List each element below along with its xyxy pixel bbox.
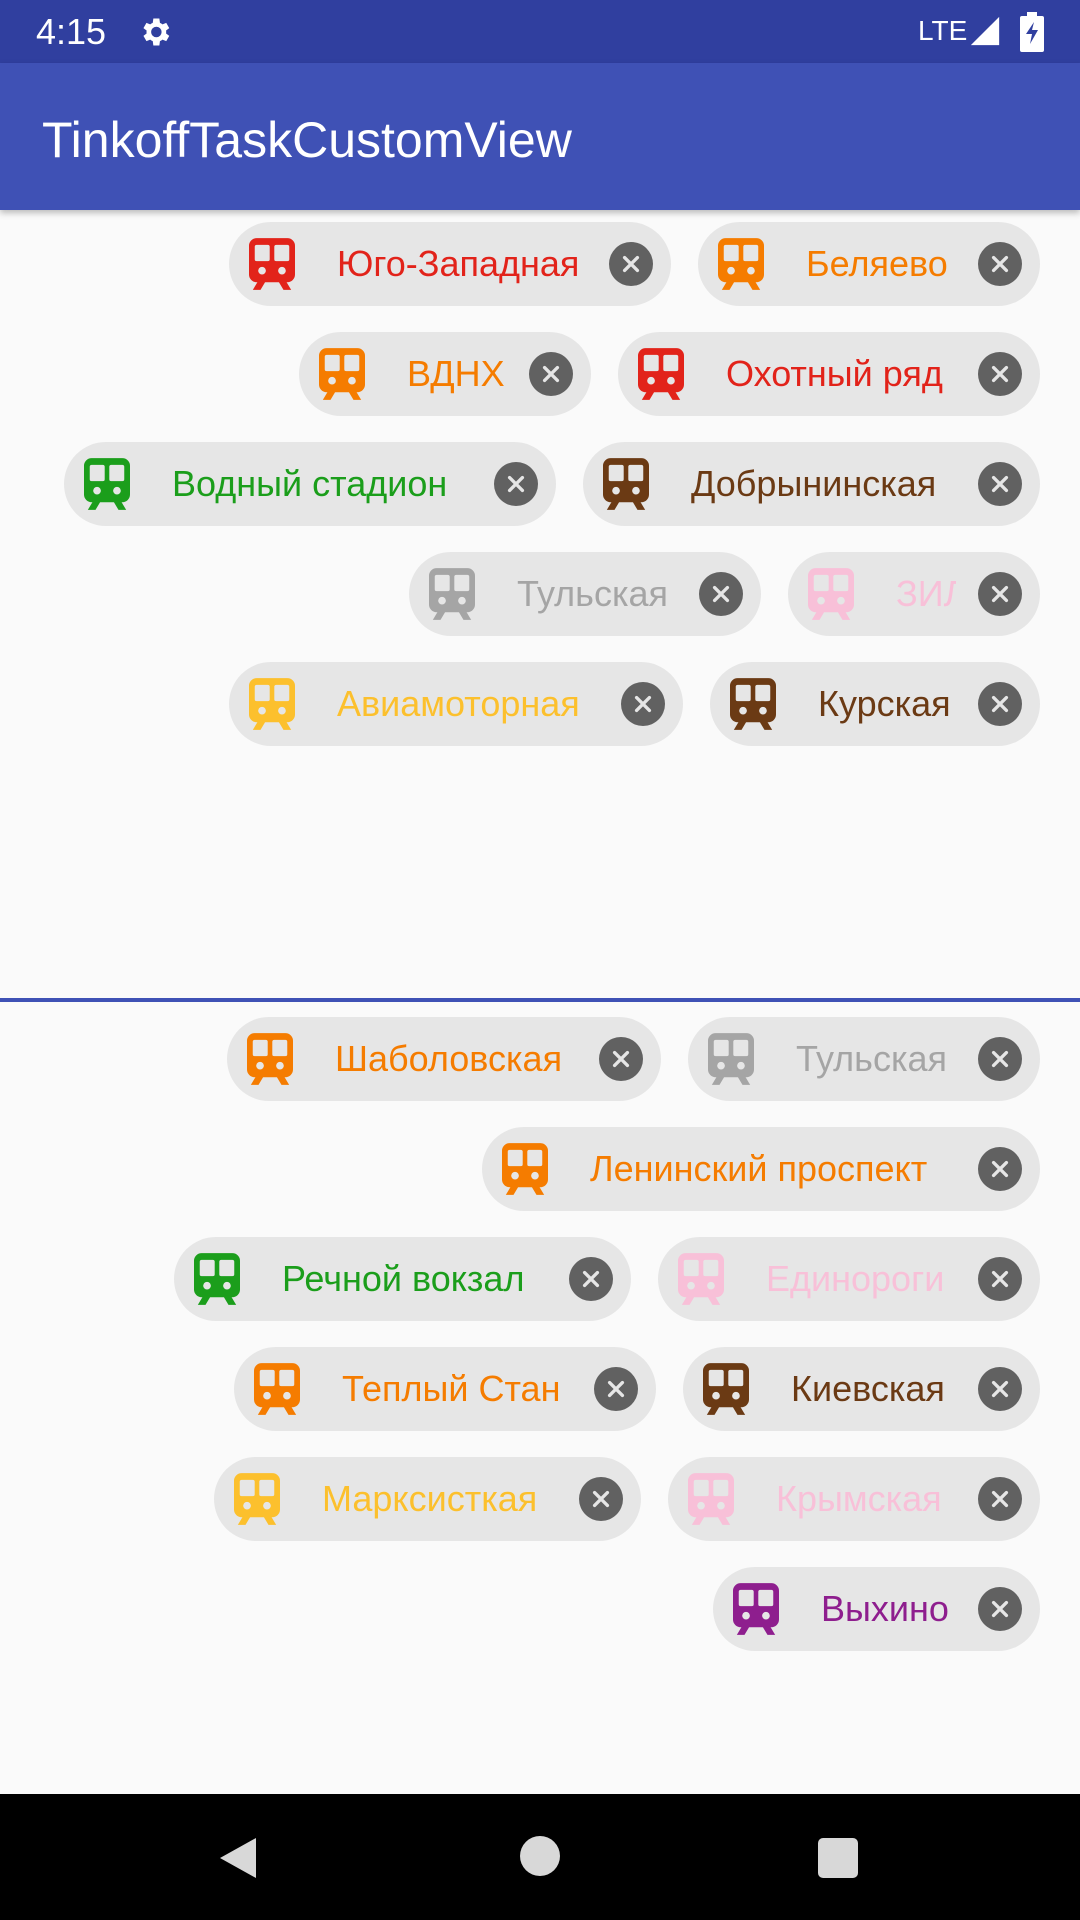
station-label: Авиамоторная	[337, 683, 580, 724]
close-icon[interactable]	[978, 1477, 1022, 1521]
bottom-chip-group: Шаболовская Тульская Ленинский проспект Реч…	[0, 1017, 1080, 1677]
station-label: Марксисткая	[322, 1478, 538, 1519]
app-bar: TinkoffTaskCustomView	[0, 63, 1080, 210]
status-time: 4:15	[36, 11, 107, 52]
station-chip[interactable]: Тульская	[409, 552, 761, 636]
station-chip[interactable]: Беляево	[698, 222, 1040, 306]
station-chip[interactable]: Теплый Стан	[234, 1347, 656, 1431]
close-icon[interactable]	[699, 572, 743, 616]
station-label: Киевская	[791, 1368, 945, 1409]
station-label: Теплый Стан	[342, 1368, 561, 1409]
station-chip[interactable]: Киевская	[683, 1347, 1040, 1431]
metro-train-icon	[254, 1363, 300, 1415]
station-chip[interactable]: Выхино	[713, 1567, 1040, 1651]
metro-train-icon	[688, 1473, 734, 1525]
metro-train-icon	[429, 568, 475, 620]
metro-train-icon	[502, 1143, 548, 1195]
home-icon[interactable]	[520, 1836, 560, 1876]
close-icon[interactable]	[978, 1257, 1022, 1301]
metro-train-icon	[638, 348, 684, 400]
metro-train-icon	[718, 238, 764, 290]
station-chip[interactable]: Тульская	[688, 1017, 1040, 1101]
recents-icon[interactable]	[818, 1838, 858, 1878]
signal-icon	[970, 16, 1000, 46]
close-icon[interactable]	[978, 1147, 1022, 1191]
back-icon[interactable]	[216, 1834, 260, 1882]
close-icon[interactable]	[978, 462, 1022, 506]
metro-train-icon	[319, 348, 365, 400]
close-icon[interactable]	[978, 1587, 1022, 1631]
metro-train-icon	[678, 1253, 724, 1305]
close-icon[interactable]	[978, 242, 1022, 286]
close-icon[interactable]	[579, 1477, 623, 1521]
metro-train-icon	[194, 1253, 240, 1305]
metro-train-icon	[249, 238, 295, 290]
station-label: Тульская	[517, 573, 668, 614]
metro-train-icon	[730, 678, 776, 730]
station-chip[interactable]: Добрынинская	[583, 442, 1040, 526]
metro-train-icon	[234, 1473, 280, 1525]
station-chip[interactable]: ВДНХ	[299, 332, 591, 416]
station-chip[interactable]: Авиамоторная	[229, 662, 683, 746]
metro-train-icon	[708, 1033, 754, 1085]
station-label: Выхино	[821, 1588, 949, 1629]
station-chip[interactable]: Курская	[710, 662, 1040, 746]
close-icon[interactable]	[529, 352, 573, 396]
metro-train-icon	[84, 458, 130, 510]
close-icon[interactable]	[594, 1367, 638, 1411]
station-label: Единороги	[766, 1258, 945, 1299]
app-title: TinkoffTaskCustomView	[42, 112, 572, 168]
station-chip[interactable]: Единороги	[658, 1237, 1040, 1321]
station-label: Курская	[818, 683, 951, 724]
network-type: LTE	[918, 15, 968, 46]
metro-train-icon	[808, 568, 854, 620]
metro-train-icon	[603, 458, 649, 510]
gear-icon	[143, 18, 170, 46]
close-icon[interactable]	[978, 1037, 1022, 1081]
station-label: Беляево	[806, 243, 948, 284]
top-chip-group: Юго-Западная Беляево ВДНХ Охотный ряд Водный…	[0, 222, 1080, 772]
close-icon[interactable]	[609, 242, 653, 286]
station-chip[interactable]: Охотный ряд	[618, 332, 1040, 416]
station-chip[interactable]: Крымская	[668, 1457, 1040, 1541]
navigation-bar	[0, 1794, 1080, 1920]
station-chip[interactable]: ЗИЛ	[788, 552, 1040, 636]
station-label: Шаболовская	[335, 1038, 563, 1079]
metro-train-icon	[703, 1363, 749, 1415]
station-label: ЗИЛ	[896, 573, 956, 614]
station-chip[interactable]: Ленинский проспект	[482, 1127, 1040, 1211]
station-label: Ленинский проспект	[590, 1148, 928, 1189]
station-chip[interactable]: Шаболовская	[227, 1017, 661, 1101]
battery-icon	[1020, 12, 1044, 52]
station-label: Добрынинская	[691, 463, 937, 504]
station-label: ВДНХ	[407, 353, 505, 394]
close-icon[interactable]	[978, 572, 1022, 616]
metro-train-icon	[247, 1033, 293, 1085]
station-chip[interactable]: Марксисткая	[214, 1457, 641, 1541]
group-divider	[0, 998, 1080, 1002]
station-chip[interactable]: Юго-Западная	[229, 222, 671, 306]
close-icon[interactable]	[494, 462, 538, 506]
station-label: Крымская	[776, 1478, 942, 1519]
station-chip[interactable]: Речной вокзал	[174, 1237, 631, 1321]
close-icon[interactable]	[978, 1367, 1022, 1411]
status-bar: 4:15 LTE	[0, 0, 1080, 63]
station-label: Речной вокзал	[282, 1258, 525, 1299]
close-icon[interactable]	[569, 1257, 613, 1301]
close-icon[interactable]	[978, 682, 1022, 726]
station-chip[interactable]: Водный стадион	[64, 442, 556, 526]
metro-train-icon	[733, 1583, 779, 1635]
close-icon[interactable]	[599, 1037, 643, 1081]
station-label: Охотный ряд	[726, 353, 943, 394]
metro-train-icon	[249, 678, 295, 730]
station-label: Тульская	[796, 1038, 947, 1079]
close-icon[interactable]	[621, 682, 665, 726]
station-label: Водный стадион	[172, 463, 448, 504]
station-label: Юго-Западная	[337, 243, 580, 284]
close-icon[interactable]	[978, 352, 1022, 396]
